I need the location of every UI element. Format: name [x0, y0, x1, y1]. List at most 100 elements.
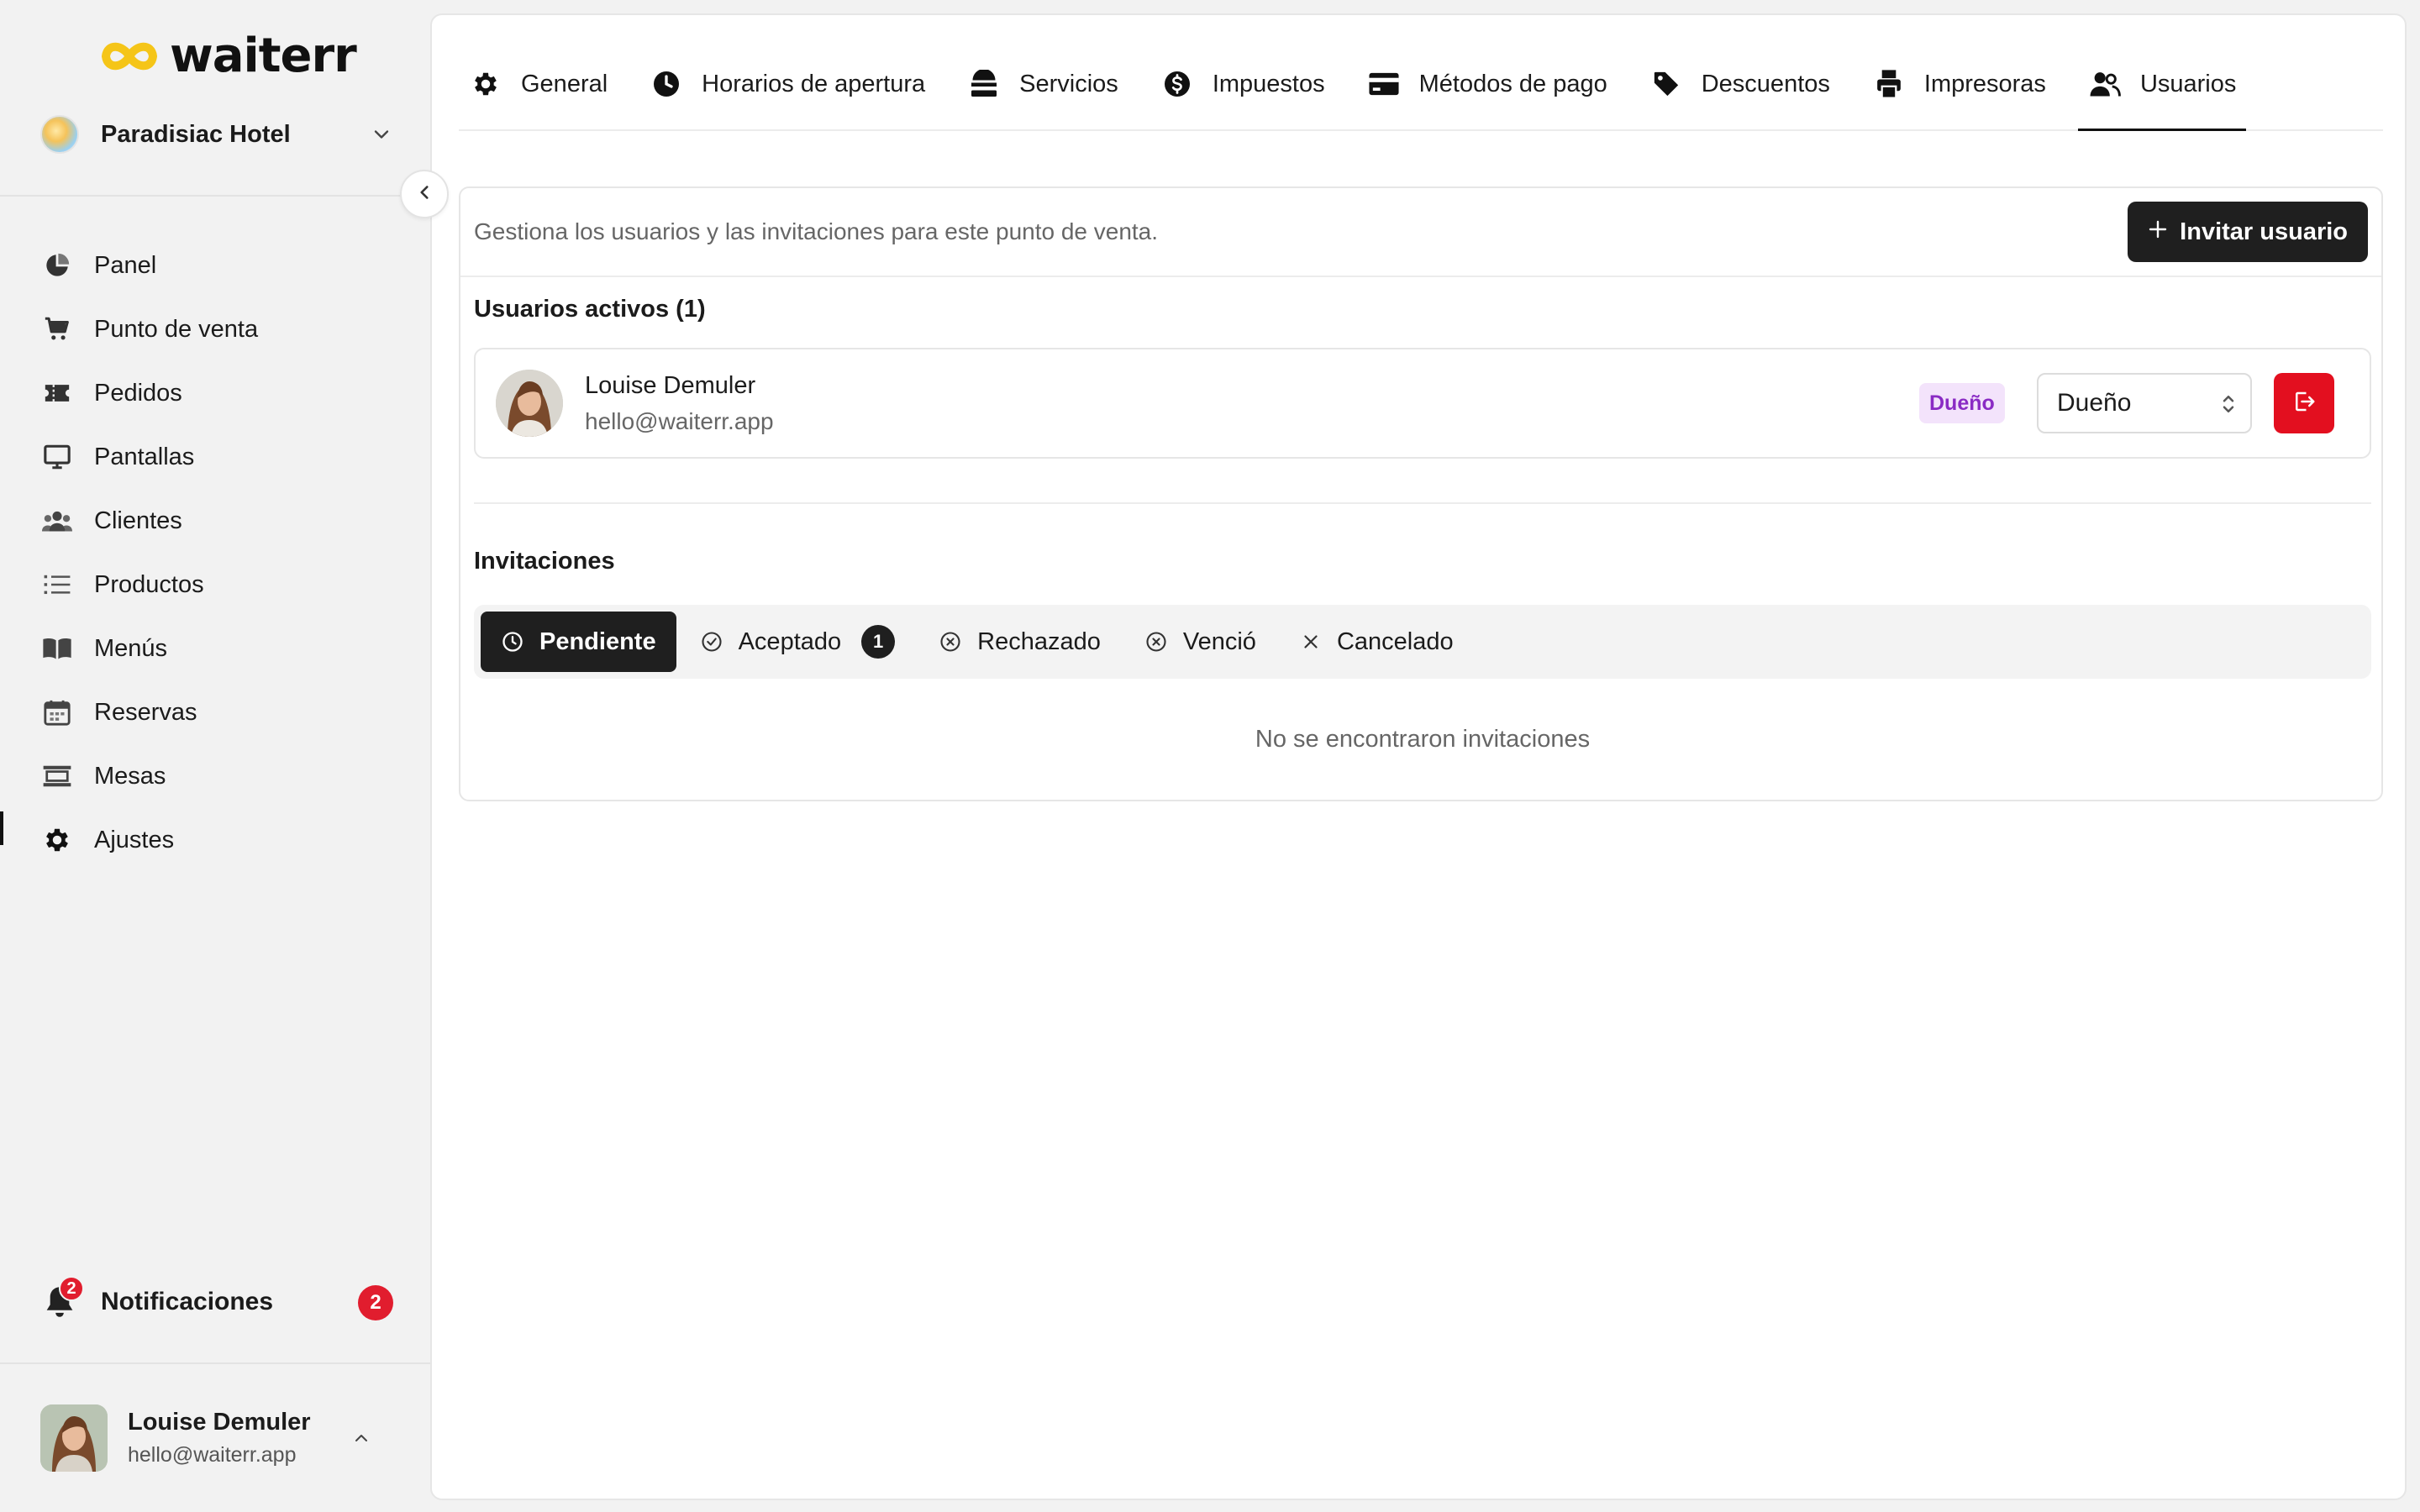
avatar: [40, 1404, 108, 1472]
sidebar-item-reservations[interactable]: Reservas: [40, 680, 410, 744]
sidebar-item-label: Clientes: [94, 507, 182, 534]
filter-accepted[interactable]: Aceptado 1: [680, 612, 916, 672]
users-description: Gestiona los usuarios y las invitaciones…: [474, 218, 1159, 244]
list-icon: [40, 568, 74, 601]
infinity-logo-icon: [99, 38, 160, 75]
tab-taxes[interactable]: Impuestos: [1150, 39, 1335, 129]
user-email: hello@waiterr.app: [128, 1443, 297, 1467]
sidebar-item-products[interactable]: Productos: [40, 553, 410, 617]
role-badge: Dueño: [1919, 383, 2005, 423]
credit-card-icon: [1367, 67, 1401, 101]
ticket-icon: [40, 376, 74, 410]
app: waiterr Paradisiac Hotel Panel Punto de …: [0, 0, 2420, 1512]
invitations-title: Invitaciones: [474, 548, 615, 575]
sidebar-item-pos[interactable]: Punto de venta: [40, 297, 410, 361]
invite-user-button[interactable]: Invitar usuario: [2128, 202, 2368, 262]
dollar-circle-icon: [1160, 67, 1194, 101]
sidebar-item-label: Panel: [94, 251, 157, 279]
tab-printers[interactable]: Impresoras: [1862, 39, 2056, 129]
tab-opening-hours[interactable]: Horarios de apertura: [639, 39, 935, 129]
main-panel: General Horarios de apertura Servicios I…: [430, 13, 2407, 1500]
active-users-title: Usuarios activos (1): [474, 296, 706, 323]
filter-label: Pendiente: [539, 627, 656, 655]
member-email: hello@waiterr.app: [585, 407, 774, 434]
sidebar-item-tables[interactable]: Mesas: [40, 744, 410, 808]
sidebar-item-label: Productos: [94, 570, 204, 598]
collapse-sidebar-button[interactable]: [400, 170, 449, 218]
tab-label: Impuestos: [1212, 70, 1325, 97]
empty-invitations-message: No se encontraron invitaciones: [1255, 726, 1591, 753]
filter-label: Aceptado: [738, 627, 842, 655]
x-icon: [1300, 631, 1322, 653]
tag-icon: [1649, 67, 1683, 101]
chevrons-up-down-icon: [2220, 391, 2237, 423]
venue-name: Paradisiac Hotel: [101, 120, 291, 148]
notifications-label: Notificaciones: [101, 1288, 274, 1315]
notifications-count: 2: [358, 1285, 393, 1320]
table-icon: [40, 759, 74, 793]
member-row: Louise Demuler hello@waiterr.app Dueño D…: [474, 348, 2371, 459]
sidebar-item-label: Menús: [94, 634, 168, 662]
chevron-down-icon: [370, 123, 393, 150]
chevron-up-icon: [351, 1428, 371, 1452]
sidebar-item-screens[interactable]: Pantallas: [40, 425, 410, 489]
filter-rejected[interactable]: Rechazado: [918, 612, 1121, 672]
filter-count-badge: 1: [861, 625, 896, 659]
sidebar-item-label: Pedidos: [94, 379, 182, 407]
invite-user-label: Invitar usuario: [2180, 218, 2348, 245]
sidebar-item-menus[interactable]: Menús: [40, 617, 410, 680]
sidebar-item-orders[interactable]: Pedidos: [40, 361, 410, 425]
tab-label: Servicios: [1019, 70, 1118, 97]
book-icon: [40, 632, 74, 665]
tab-label: Horarios de apertura: [702, 70, 926, 97]
tab-general[interactable]: General: [459, 39, 618, 129]
tab-users[interactable]: Usuarios: [2077, 39, 2247, 131]
remove-user-button[interactable]: [2274, 373, 2334, 433]
filter-expired[interactable]: Venció: [1124, 612, 1276, 672]
sidebar-item-label: Mesas: [94, 762, 166, 790]
active-indicator: [0, 811, 3, 845]
cart-icon: [40, 312, 74, 346]
users-card-header: Gestiona los usuarios y las invitaciones…: [460, 188, 2381, 277]
tab-label: Impresoras: [1923, 70, 2046, 97]
monitor-icon: [40, 440, 74, 474]
chevron-left-icon: [413, 181, 435, 207]
filter-cancelled[interactable]: Cancelado: [1280, 612, 1474, 672]
printer-icon: [1872, 67, 1906, 101]
filter-label: Venció: [1182, 627, 1256, 655]
venue-logo: [40, 115, 79, 154]
tab-services[interactable]: Servicios: [957, 39, 1128, 129]
user-menu[interactable]: Louise Demuler hello@waiterr.app: [40, 1403, 393, 1473]
logout-icon: [2291, 389, 2317, 418]
calendar-icon: [40, 696, 74, 729]
sidebar-item-panel[interactable]: Panel: [40, 234, 410, 297]
sidebar-item-clients[interactable]: Clientes: [40, 489, 410, 553]
clock-icon: [501, 630, 524, 654]
plus-icon: [2148, 218, 2168, 246]
check-circle-icon: [700, 630, 723, 654]
sidebar-divider: [0, 1362, 430, 1364]
role-select[interactable]: Dueño: [2037, 373, 2252, 433]
tab-discounts[interactable]: Descuentos: [1639, 39, 1840, 129]
tab-label: General: [521, 70, 608, 97]
gear-icon: [40, 823, 74, 857]
users-icon: [40, 504, 74, 538]
sidebar-item-label: Pantallas: [94, 443, 195, 470]
brand-logo[interactable]: waiterr: [99, 29, 357, 84]
bell-icon: 2: [40, 1276, 84, 1321]
sidebar-nav: Panel Punto de venta Pedidos Pantallas C…: [40, 234, 410, 872]
users-icon: [2088, 67, 2122, 101]
sidebar-item-settings[interactable]: Ajustes: [40, 808, 410, 872]
x-circle-icon: [1144, 630, 1168, 654]
tab-payment-methods[interactable]: Métodos de pago: [1357, 39, 1618, 129]
filter-pending[interactable]: Pendiente: [481, 612, 676, 672]
filter-label: Cancelado: [1336, 627, 1454, 655]
venue-switcher[interactable]: Paradisiac Hotel: [40, 111, 393, 158]
notifications-button[interactable]: 2 Notificaciones 2: [40, 1276, 393, 1327]
sidebar-item-label: Punto de venta: [94, 315, 259, 343]
pie-chart-icon: [40, 249, 74, 282]
brand-name: waiterr: [170, 29, 357, 83]
sidebar: waiterr Paradisiac Hotel Panel Punto de …: [0, 0, 430, 1512]
section-divider: [474, 502, 2371, 504]
sidebar-item-label: Reservas: [94, 698, 197, 726]
